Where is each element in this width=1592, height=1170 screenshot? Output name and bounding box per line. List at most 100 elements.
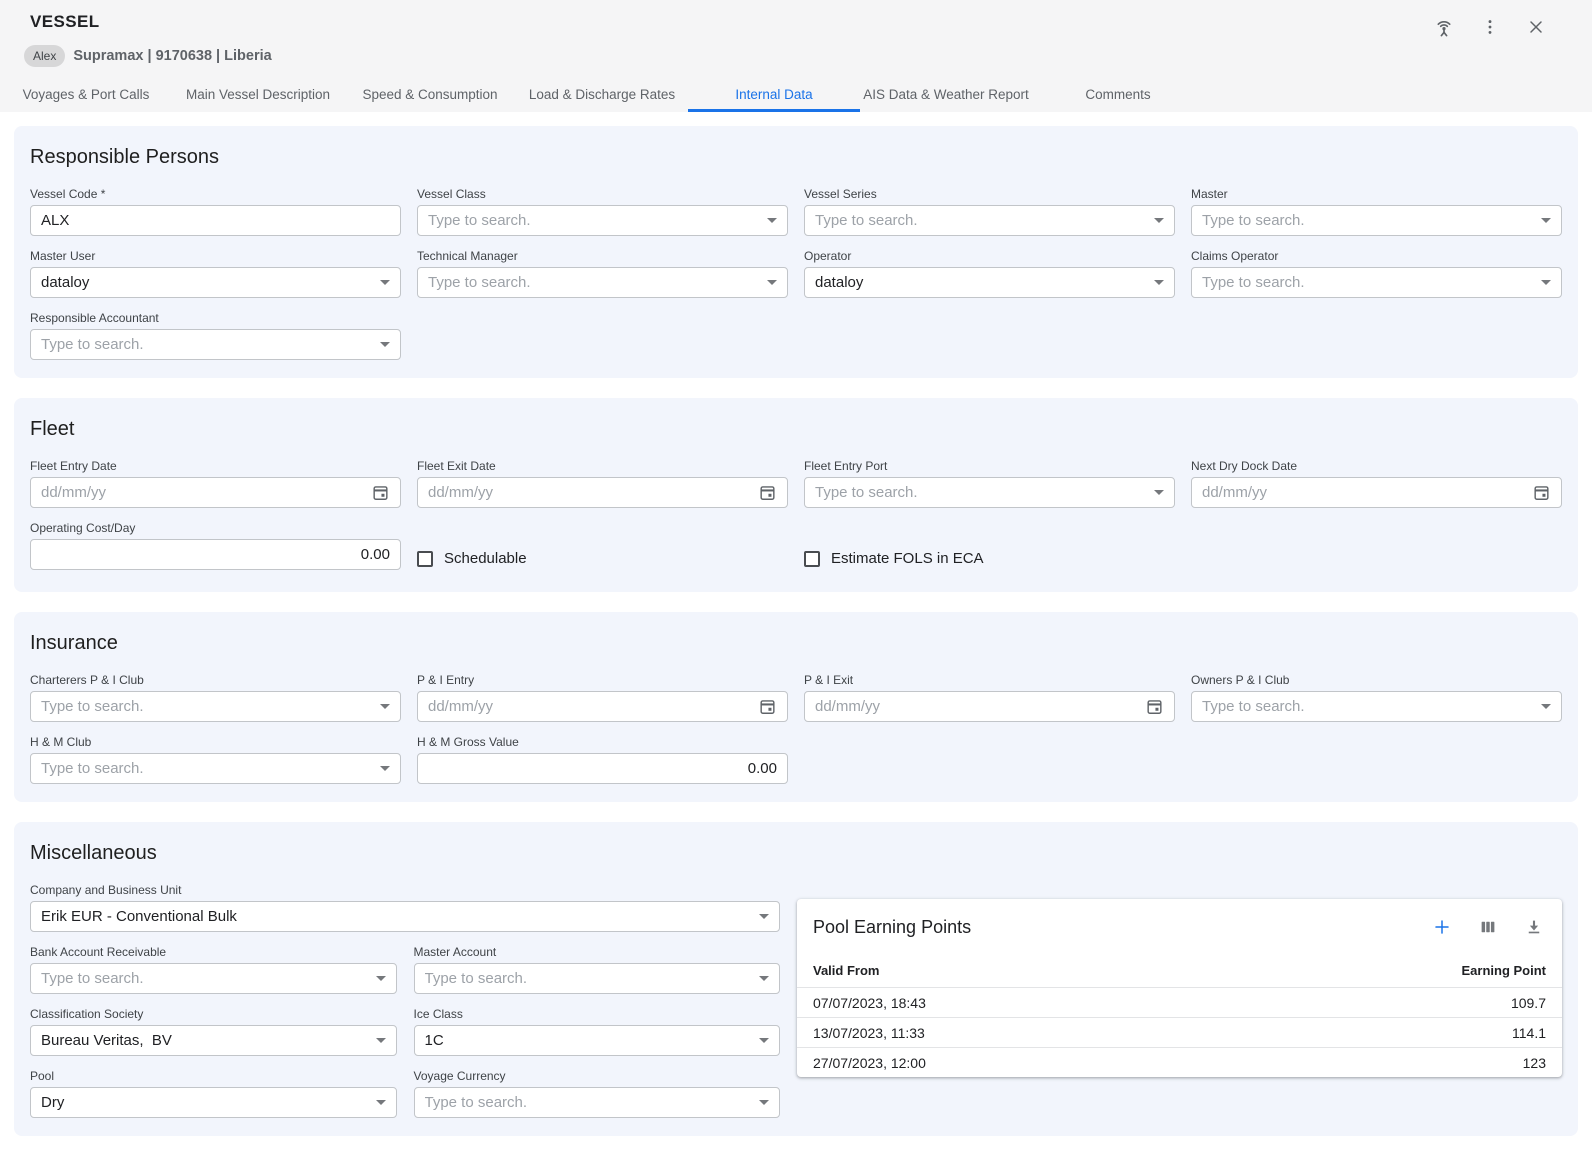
table-row[interactable]: 07/07/2023, 18:43 109.7 (797, 987, 1562, 1017)
pi-entry-date-field[interactable] (417, 691, 788, 722)
owners-pi-club-input[interactable] (1202, 698, 1533, 715)
next-dry-dock-date-input[interactable] (1202, 484, 1524, 501)
calendar-icon[interactable] (1532, 483, 1551, 502)
tab-ais-data-weather-report[interactable]: AIS Data & Weather Report (860, 79, 1032, 112)
field-label: Operator (804, 249, 1175, 263)
hm-club-select[interactable] (30, 753, 401, 784)
ice-class-select[interactable] (414, 1025, 781, 1056)
vessel-series-input[interactable] (815, 212, 1146, 229)
tab-main-vessel-description[interactable]: Main Vessel Description (172, 79, 344, 112)
chevron-down-icon (376, 976, 386, 981)
fleet-entry-date-input[interactable] (41, 484, 363, 501)
hm-gross-value-field[interactable] (417, 753, 788, 784)
field-fleet-entry-port: Fleet Entry Port (804, 459, 1175, 508)
master-account-input[interactable] (425, 970, 752, 987)
fleet-exit-date-field[interactable] (417, 477, 788, 508)
pi-exit-date-field[interactable] (804, 691, 1175, 722)
ice-class-input[interactable] (425, 1032, 752, 1049)
antenna-icon[interactable] (1432, 15, 1456, 39)
add-row-icon[interactable] (1430, 915, 1454, 939)
operating-cost-day-field[interactable] (30, 539, 401, 570)
table-row[interactable]: 13/07/2023, 11:33 114.1 (797, 1017, 1562, 1047)
field-label: Company and Business Unit (30, 883, 780, 897)
tab-speed-consumption[interactable]: Speed & Consumption (344, 79, 516, 112)
chevron-down-icon (759, 1038, 769, 1043)
tab-load-discharge-rates[interactable]: Load & Discharge Rates (516, 79, 688, 112)
tab-internal-data[interactable]: Internal Data (688, 79, 860, 112)
company-business-unit-select[interactable] (30, 901, 780, 932)
master-account-select[interactable] (414, 963, 781, 994)
chevron-down-icon (759, 1100, 769, 1105)
technical-manager-input[interactable] (428, 274, 759, 291)
hm-club-input[interactable] (41, 760, 372, 777)
pi-entry-input[interactable] (428, 698, 750, 715)
claims-operator-input[interactable] (1202, 274, 1533, 291)
panel-actions (1430, 915, 1546, 939)
column-header-earning-point[interactable]: Earning Point (1462, 963, 1547, 978)
master-select[interactable] (1191, 205, 1562, 236)
chevron-down-icon (1541, 218, 1551, 223)
charterers-pi-club-input[interactable] (41, 698, 372, 715)
pool-select[interactable] (30, 1087, 397, 1118)
calendar-icon[interactable] (1145, 697, 1164, 716)
master-input[interactable] (1202, 212, 1533, 229)
operator-input[interactable] (815, 274, 1146, 291)
calendar-icon[interactable] (758, 697, 777, 716)
estimate-fols-checkbox[interactable] (804, 551, 820, 567)
master-user-input[interactable] (41, 274, 372, 291)
tab-comments[interactable]: Comments (1032, 79, 1204, 112)
calendar-icon[interactable] (758, 483, 777, 502)
columns-icon[interactable] (1476, 915, 1500, 939)
bank-account-receivable-input[interactable] (41, 970, 368, 987)
company-business-unit-input[interactable] (41, 908, 751, 925)
download-icon[interactable] (1522, 915, 1546, 939)
classification-society-select[interactable] (30, 1025, 397, 1056)
fleet-entry-port-select[interactable] (804, 477, 1175, 508)
classification-society-input[interactable] (41, 1032, 368, 1049)
claims-operator-select[interactable] (1191, 267, 1562, 298)
owners-pi-club-select[interactable] (1191, 691, 1562, 722)
field-label: Technical Manager (417, 249, 788, 263)
vessel-code-field[interactable] (30, 205, 401, 236)
bank-account-receivable-select[interactable] (30, 963, 397, 994)
field-fleet-exit-date: Fleet Exit Date (417, 459, 788, 508)
fleet-exit-date-input[interactable] (428, 484, 750, 501)
next-dry-dock-date-field[interactable] (1191, 477, 1562, 508)
voyage-currency-select[interactable] (414, 1087, 781, 1118)
tab-bar: Voyages & Port Calls Main Vessel Descrip… (0, 79, 1592, 112)
field-label: Voyage Currency (414, 1069, 781, 1083)
schedulable-checkbox[interactable] (417, 551, 433, 567)
voyage-currency-input[interactable] (425, 1094, 752, 1111)
tab-voyages-port-calls[interactable]: Voyages & Port Calls (0, 79, 172, 112)
close-icon[interactable] (1524, 15, 1548, 39)
pool-input[interactable] (41, 1094, 368, 1111)
fleet-entry-port-input[interactable] (815, 484, 1146, 501)
charterers-pi-club-select[interactable] (30, 691, 401, 722)
vessel-series-select[interactable] (804, 205, 1175, 236)
field-label: Fleet Entry Port (804, 459, 1175, 473)
section-responsible-persons: Responsible Persons Vessel Code * Vessel… (14, 126, 1578, 378)
table-row[interactable]: 27/07/2023, 12:00 123 (797, 1047, 1562, 1077)
vessel-code-input[interactable] (41, 212, 390, 229)
operator-select[interactable] (804, 267, 1175, 298)
field-master-user: Master User (30, 249, 401, 298)
pi-exit-input[interactable] (815, 698, 1137, 715)
vessel-class-input[interactable] (428, 212, 759, 229)
responsible-accountant-select[interactable] (30, 329, 401, 360)
vessel-class-select[interactable] (417, 205, 788, 236)
calendar-icon[interactable] (371, 483, 390, 502)
responsible-accountant-input[interactable] (41, 336, 372, 353)
chevron-down-icon (380, 342, 390, 347)
kebab-menu-icon[interactable] (1478, 15, 1502, 39)
column-header-valid-from[interactable]: Valid From (813, 963, 879, 978)
field-bank-account-receivable: Bank Account Receivable (30, 945, 397, 994)
hm-gross-value-input[interactable] (428, 760, 777, 777)
field-next-dry-dock-date: Next Dry Dock Date (1191, 459, 1562, 508)
chevron-down-icon (376, 1100, 386, 1105)
section-fleet: Fleet Fleet Entry Date Fleet Exit Date (14, 398, 1578, 592)
field-hm-club: H & M Club (30, 735, 401, 784)
master-user-select[interactable] (30, 267, 401, 298)
technical-manager-select[interactable] (417, 267, 788, 298)
operating-cost-day-input[interactable] (41, 546, 390, 563)
fleet-entry-date-field[interactable] (30, 477, 401, 508)
